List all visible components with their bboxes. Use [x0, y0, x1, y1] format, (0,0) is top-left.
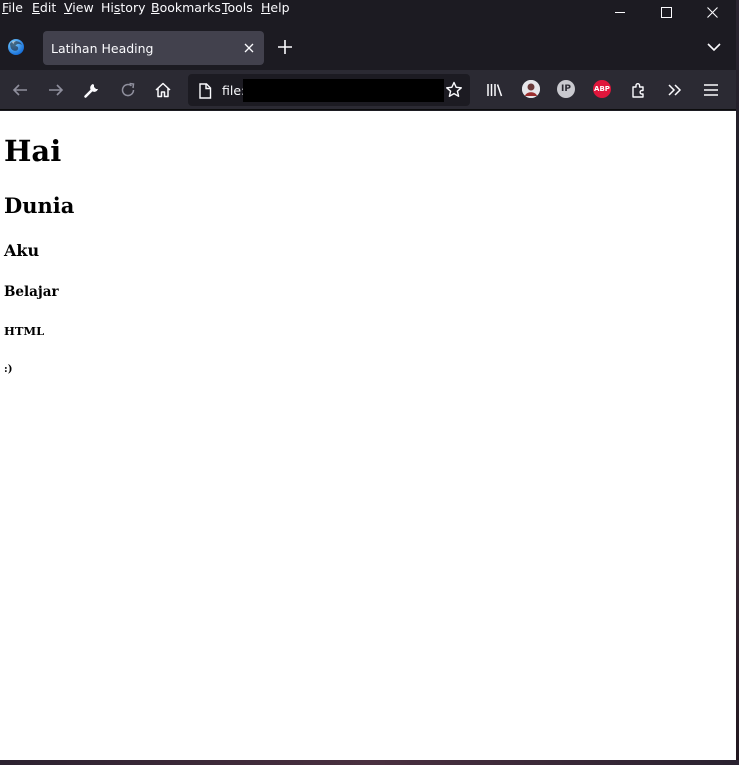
home-button[interactable] [152, 79, 174, 101]
extensions-button[interactable] [628, 79, 650, 101]
customize-button[interactable] [81, 79, 103, 101]
heading-4: Belajar [4, 284, 59, 300]
double-chevron-right-icon [668, 84, 682, 96]
minimize-icon [615, 12, 625, 13]
maximize-button[interactable] [643, 0, 689, 24]
heading-3: Aku [4, 241, 40, 260]
forward-button[interactable] [45, 79, 67, 101]
back-button[interactable] [9, 79, 31, 101]
heading-5: HTML [4, 324, 45, 338]
browser-window: File Edit View History Bookmarks Tools H… [0, 0, 736, 760]
chevron-down-icon[interactable] [704, 39, 724, 55]
tab-strip: Latihan Heading [0, 28, 736, 70]
tab-title: Latihan Heading [51, 41, 154, 56]
overflow-menu-button[interactable] [664, 79, 686, 101]
adblock-plus-button[interactable]: ABP [593, 80, 611, 98]
app-menu-button[interactable] [700, 79, 722, 101]
library-icon [487, 84, 503, 97]
maximize-icon [660, 6, 672, 18]
url-bar[interactable]: file: [188, 74, 470, 106]
menu-tools[interactable]: Tools [222, 0, 253, 16]
firefox-view-icon[interactable] [7, 38, 25, 56]
ip-extension-label: IP [561, 84, 571, 94]
hamburger-menu-icon [704, 84, 718, 96]
library-button[interactable] [484, 79, 506, 101]
menu-bar: File Edit View History Bookmarks Tools H… [0, 0, 736, 28]
forward-arrow-icon [49, 84, 64, 96]
reload-icon [121, 82, 135, 97]
new-tab-icon[interactable] [276, 38, 294, 56]
bookmark-star-icon[interactable] [445, 81, 463, 99]
navigation-toolbar: file: IP ABP [0, 70, 736, 110]
heading-2: Dunia [4, 193, 75, 218]
menu-edit[interactable]: Edit [32, 0, 56, 16]
desktop-background-bottom [0, 760, 739, 765]
account-avatar[interactable] [522, 80, 540, 98]
close-window-button[interactable] [689, 0, 735, 24]
abp-extension-label: ABP [594, 85, 610, 93]
menu-bookmarks[interactable]: Bookmarks [151, 0, 221, 16]
menu-file[interactable]: File [2, 0, 23, 16]
tab-latihan-heading[interactable]: Latihan Heading [43, 31, 264, 65]
wrench-icon [84, 84, 98, 98]
menu-help[interactable]: Help [261, 0, 290, 16]
menu-view[interactable]: View [64, 0, 94, 16]
reload-button[interactable] [117, 79, 139, 101]
redacted-path [243, 79, 444, 102]
page-icon [199, 83, 212, 99]
url-text: file: [222, 83, 246, 98]
heading-1: Hai [4, 134, 62, 168]
menu-history[interactable]: History [101, 0, 145, 16]
ip-extension-button[interactable]: IP [557, 80, 575, 98]
puzzle-piece-icon [632, 83, 644, 98]
minimize-button[interactable] [597, 0, 643, 24]
heading-6: :) [4, 364, 13, 375]
close-icon [706, 6, 718, 18]
page-content: Hai Dunia Aku Belajar HTML :) [0, 111, 736, 760]
close-tab-icon[interactable] [242, 41, 256, 55]
back-arrow-icon [12, 84, 27, 96]
home-icon [155, 82, 171, 98]
avatar-icon [522, 80, 540, 98]
